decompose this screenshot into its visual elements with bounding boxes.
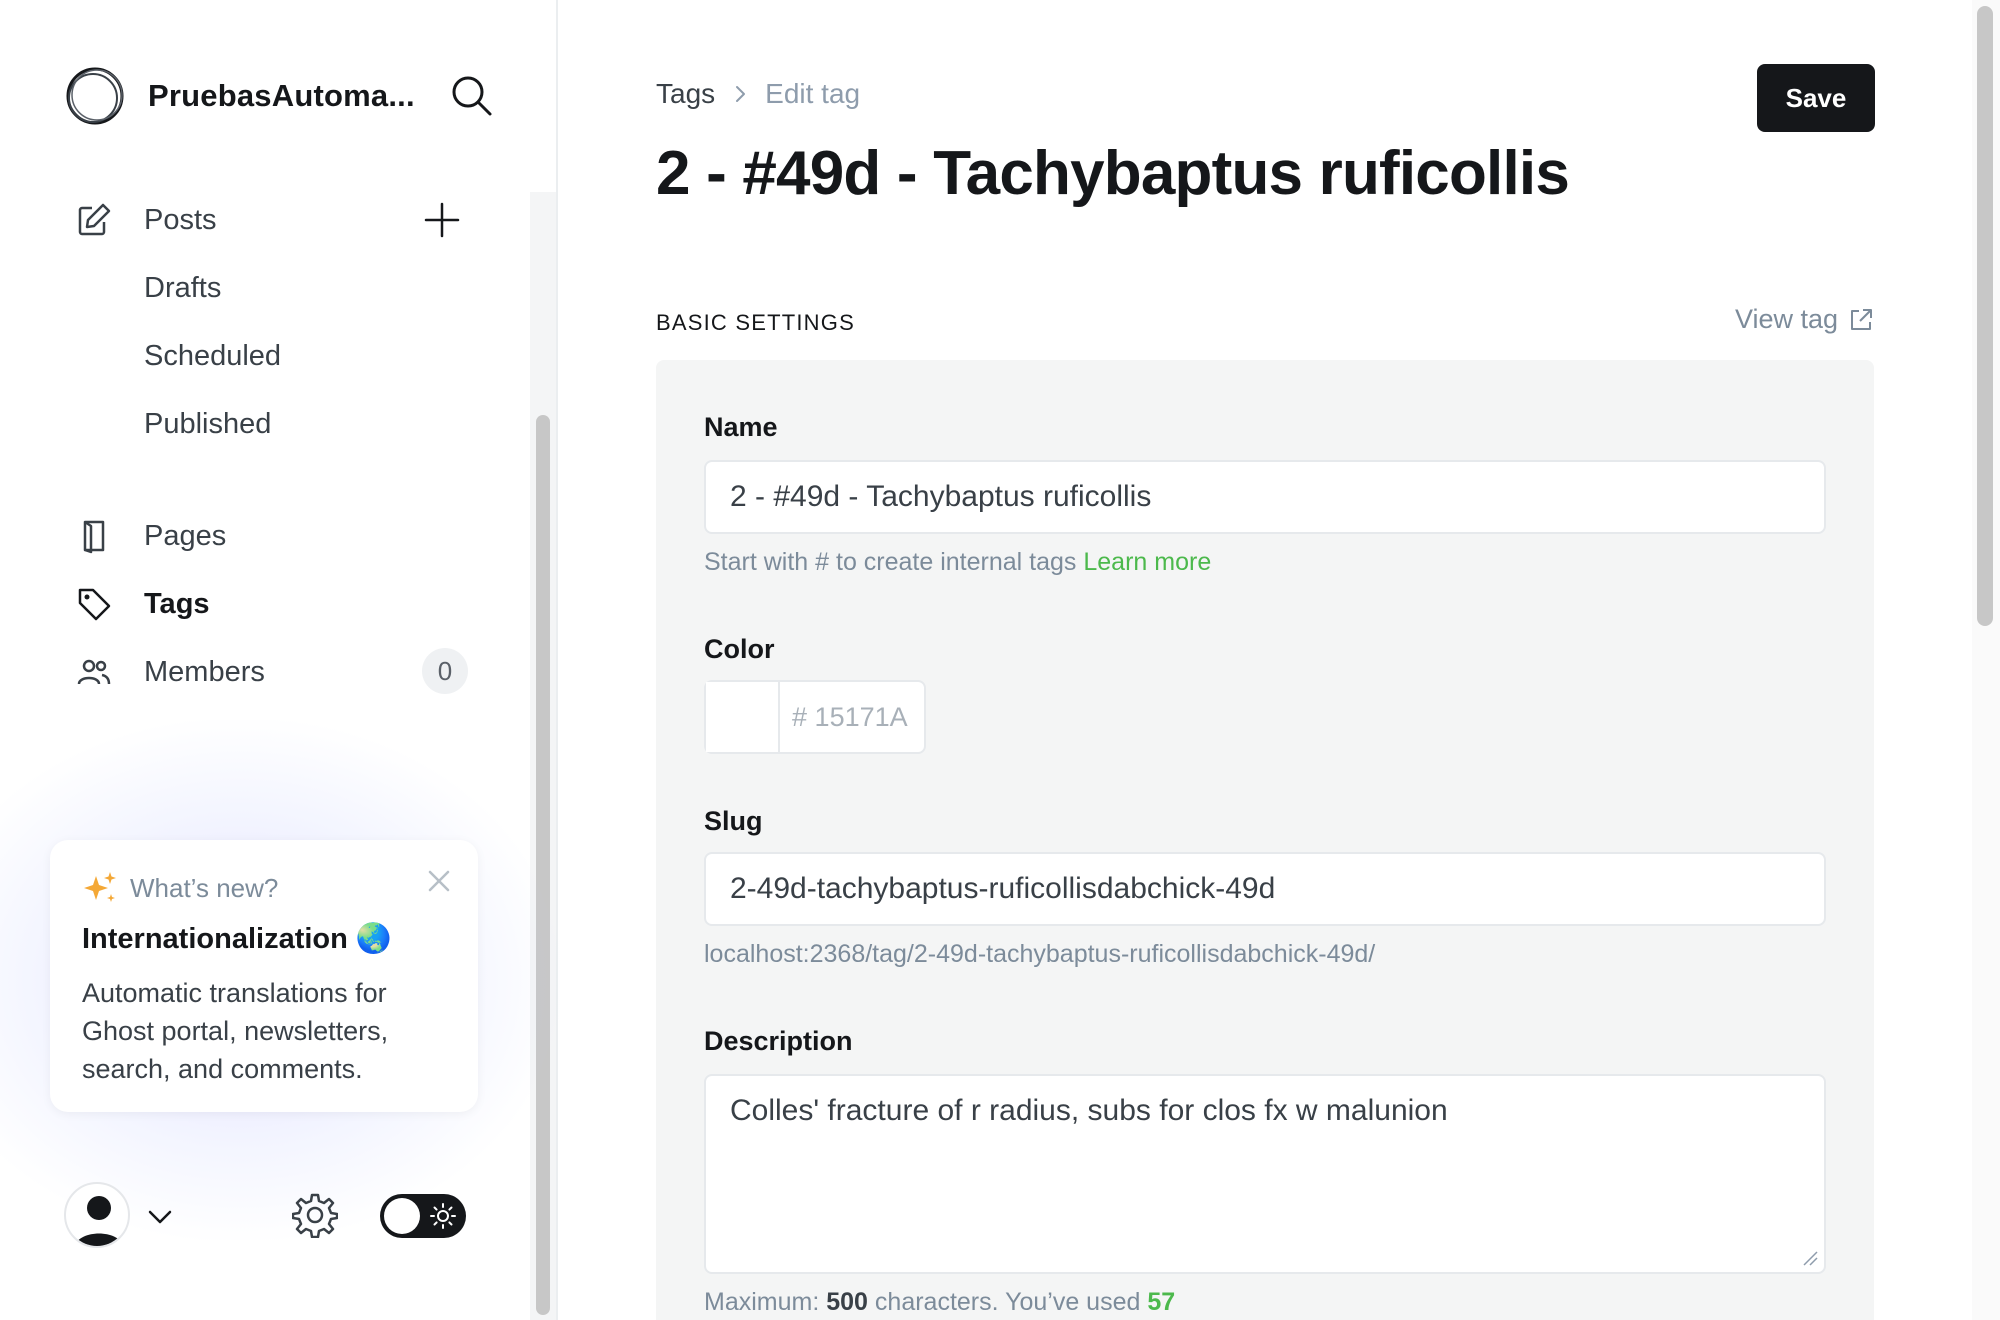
nav-label-tags: Tags: [144, 587, 210, 620]
chevron-right-icon: [736, 86, 746, 102]
section-title-basic-settings: BASIC SETTINGS: [656, 310, 855, 335]
user-avatar[interactable]: [64, 1182, 130, 1248]
nav-label-published: Published: [144, 407, 272, 440]
whats-new-header: What’s new?: [82, 870, 446, 906]
members-icon: [74, 652, 114, 692]
sparkle-icon: [84, 872, 116, 902]
whats-new-label: What’s new?: [130, 872, 279, 903]
view-tag-link[interactable]: View tag: [1735, 304, 1874, 335]
breadcrumb-current: Edit tag: [765, 78, 861, 109]
nav-item-scheduled[interactable]: Scheduled: [0, 326, 528, 386]
main-content: Tags Edit tag 2 - #49d - Tachybaptus ruf…: [560, 0, 1960, 1320]
color-hex-placeholder: 15171A: [814, 701, 908, 732]
nav-label-scheduled: Scheduled: [144, 339, 282, 372]
desc-hint-max: 500: [826, 1288, 868, 1316]
nav-item-tags[interactable]: Tags: [0, 574, 528, 634]
site-name: PruebasAutoma...: [148, 78, 415, 113]
nav-item-pages[interactable]: Pages: [0, 506, 528, 566]
nav-item-published[interactable]: Published: [0, 394, 528, 454]
slug-label: Slug: [704, 806, 763, 836]
slug-input[interactable]: 2-49d-tachybaptus-ruficollisdabchick-49d: [704, 852, 1826, 926]
resize-handle-icon[interactable]: [1802, 1250, 1818, 1266]
sun-icon: [430, 1203, 456, 1229]
plus-icon[interactable]: [424, 202, 460, 238]
pages-icon: [74, 516, 114, 556]
color-swatch[interactable]: [706, 682, 780, 752]
name-hint-text: Start with # to create internal tags: [704, 548, 1077, 576]
user-avatar-icon: [74, 1196, 124, 1246]
whats-new-title: Internationalization 🌏: [82, 923, 393, 955]
breadcrumb: Tags Edit tag: [656, 78, 860, 110]
theme-toggle[interactable]: [380, 1194, 466, 1238]
search-icon[interactable]: [448, 72, 496, 120]
description-value: Colles' fracture of r radius, subs for c…: [730, 1094, 1448, 1127]
desc-hint-mid: characters. You’ve used: [874, 1288, 1141, 1316]
slug-url-hint: localhost:2368/tag/2-49d-tachybaptus-ruf…: [704, 940, 1376, 968]
color-hex-field[interactable]: # 15171A: [780, 682, 924, 752]
name-label: Name: [704, 412, 778, 442]
nav-label-drafts: Drafts: [144, 271, 222, 304]
sidebar-footer: [62, 1180, 482, 1250]
chevron-down-icon[interactable]: [146, 1202, 174, 1230]
save-button[interactable]: Save: [1757, 64, 1875, 132]
color-label: Color: [704, 634, 775, 664]
description-hint: Maximum: 500 characters. You’ve used 57: [704, 1288, 1175, 1317]
close-icon[interactable]: [426, 868, 452, 894]
gear-icon[interactable]: [292, 1192, 338, 1238]
desc-hint-used: 57: [1147, 1288, 1176, 1316]
learn-more-link[interactable]: Learn more: [1083, 548, 1211, 576]
nav-label-members: Members: [144, 655, 265, 688]
nav-label-pages: Pages: [144, 519, 227, 552]
external-link-icon: [1851, 308, 1873, 330]
breadcrumb-tags-link[interactable]: Tags: [656, 78, 715, 110]
nav-item-posts[interactable]: Posts: [0, 190, 528, 250]
nav-item-drafts[interactable]: Drafts: [0, 258, 528, 318]
whats-new-card[interactable]: What’s new? Internationalization 🌏 Autom…: [50, 840, 478, 1112]
color-input[interactable]: # 15171A: [704, 680, 926, 754]
view-tag-label: View tag: [1735, 304, 1839, 334]
description-textarea[interactable]: Colles' fracture of r radius, subs for c…: [704, 1074, 1826, 1274]
color-hash: #: [792, 701, 808, 732]
nav-item-members[interactable]: Members 0: [0, 642, 528, 702]
basic-settings-panel: Name 2 - #49d - Tachybaptus ruficollis S…: [656, 360, 1874, 1320]
sidebar: PruebasAutoma... Posts Drafts Scheduled: [0, 0, 560, 1320]
name-input[interactable]: 2 - #49d - Tachybaptus ruficollis: [704, 460, 1826, 534]
ghost-logo-icon: [66, 67, 124, 125]
desc-hint-prefix: Maximum:: [704, 1288, 820, 1316]
members-count-badge: 0: [422, 648, 468, 694]
nav-label-posts: Posts: [144, 203, 217, 236]
name-hint: Start with # to create internal tags Lea…: [704, 548, 1211, 577]
tag-icon: [74, 584, 114, 624]
page-title: 2 - #49d - Tachybaptus ruficollis: [656, 139, 1570, 208]
theme-toggle-knob: [384, 1198, 420, 1234]
whats-new-body: Automatic translations for Ghost portal,…: [82, 978, 389, 1084]
site-brand[interactable]: PruebasAutoma...: [64, 64, 418, 128]
pencil-square-icon: [74, 200, 114, 240]
page-scrollbar-thumb[interactable]: [1977, 6, 1993, 626]
description-label: Description: [704, 1026, 853, 1056]
